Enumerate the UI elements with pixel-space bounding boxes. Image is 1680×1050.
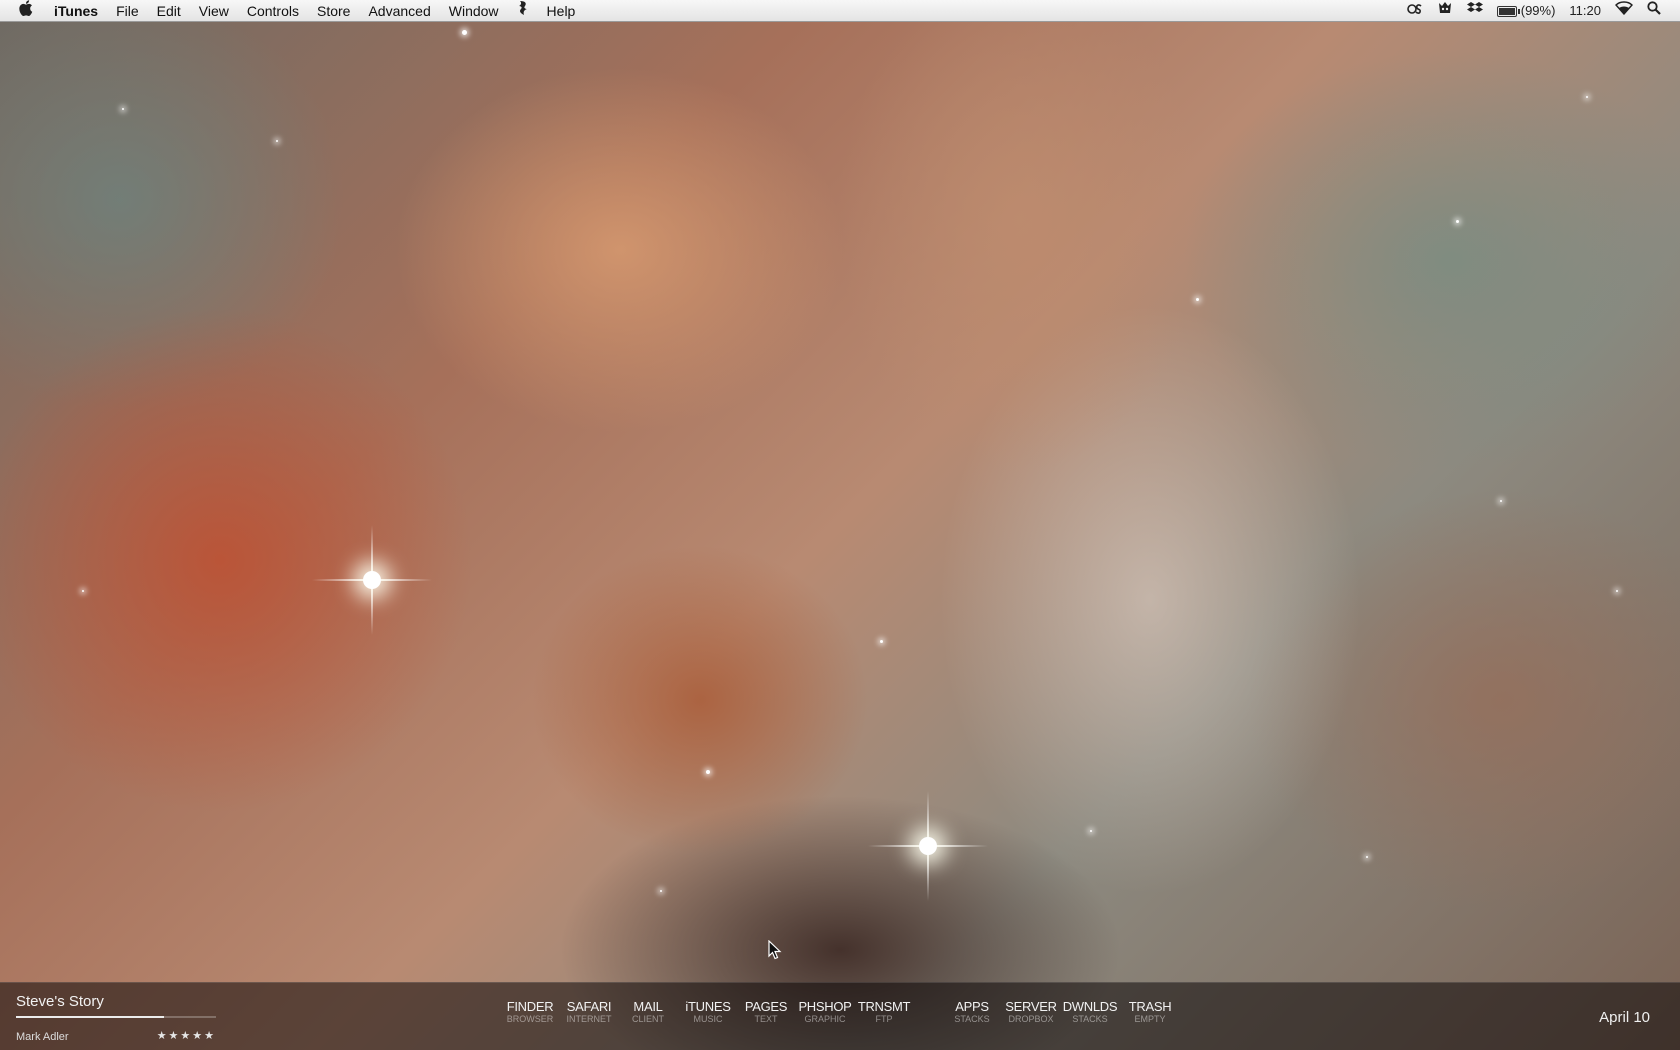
spotlight-icon[interactable] <box>1640 0 1668 22</box>
launcher-sublabel: FTP <box>875 1014 893 1024</box>
launcher-sublabel: EMPTY <box>1134 1014 1166 1024</box>
launcher-label: TRASH <box>1128 999 1172 1014</box>
launcher-transmit[interactable]: TRNSMT FTP <box>849 1000 919 1025</box>
star <box>660 890 662 892</box>
star <box>880 640 883 643</box>
creative-suite-icon[interactable] <box>1400 0 1430 22</box>
star <box>82 590 84 592</box>
menu-window[interactable]: Window <box>440 0 508 22</box>
star <box>462 30 467 35</box>
track-progress-bar <box>16 1016 216 1018</box>
menu-store[interactable]: Store <box>308 0 359 22</box>
menu-bar-status: (99%) 11:20 <box>1400 0 1680 22</box>
star <box>1090 830 1092 832</box>
dropbox-icon[interactable] <box>1460 0 1490 22</box>
menu-advanced[interactable]: Advanced <box>359 0 439 22</box>
star <box>1366 856 1368 858</box>
star <box>1456 220 1459 223</box>
bottom-bar: Steve's Story Mark Adler ★★★★★ FINDER BR… <box>0 982 1680 1050</box>
battery-icon[interactable]: (99%) <box>1490 0 1563 22</box>
star <box>1500 500 1502 502</box>
launcher-label: TRNSMT <box>857 999 911 1014</box>
track-artist: Mark Adler <box>16 1031 69 1043</box>
track-progress-fill <box>16 1016 164 1018</box>
battery-fill <box>1498 7 1515 15</box>
menu-bar-left: iTunes File Edit View Controls Store Adv… <box>0 0 584 22</box>
menu-controls[interactable]: Controls <box>238 0 308 22</box>
launcher-trash[interactable]: TRASH EMPTY <box>1115 1000 1185 1025</box>
battery-percentage: (99%) <box>1520 2 1556 18</box>
menu-bar: iTunes File Edit View Controls Store Adv… <box>0 0 1680 22</box>
menu-help[interactable]: Help <box>538 0 585 22</box>
track-title: Steve's Story <box>16 993 104 1010</box>
wifi-icon[interactable] <box>1608 0 1640 22</box>
menu-view[interactable]: View <box>190 0 238 22</box>
star <box>1586 96 1588 98</box>
battery-gauge <box>1496 5 1520 17</box>
apple-icon[interactable] <box>0 0 52 21</box>
track-rating[interactable]: ★★★★★ <box>157 1029 216 1042</box>
star <box>706 770 710 774</box>
star <box>1616 590 1618 592</box>
date-label: April 10 <box>1599 1009 1650 1026</box>
script-menu-icon[interactable] <box>508 0 538 22</box>
desktop-wallpaper: iTunes File Edit View Controls Store Adv… <box>0 0 1680 1050</box>
clock[interactable]: 11:20 <box>1562 0 1608 22</box>
star <box>122 108 124 110</box>
menu-app-name[interactable]: iTunes <box>52 0 107 22</box>
menu-edit[interactable]: Edit <box>148 0 190 22</box>
growl-icon[interactable] <box>1430 0 1460 22</box>
now-playing: Steve's Story Mark Adler ★★★★★ <box>16 993 216 1043</box>
star <box>276 140 278 142</box>
star <box>1196 298 1199 301</box>
menu-file[interactable]: File <box>107 0 148 22</box>
